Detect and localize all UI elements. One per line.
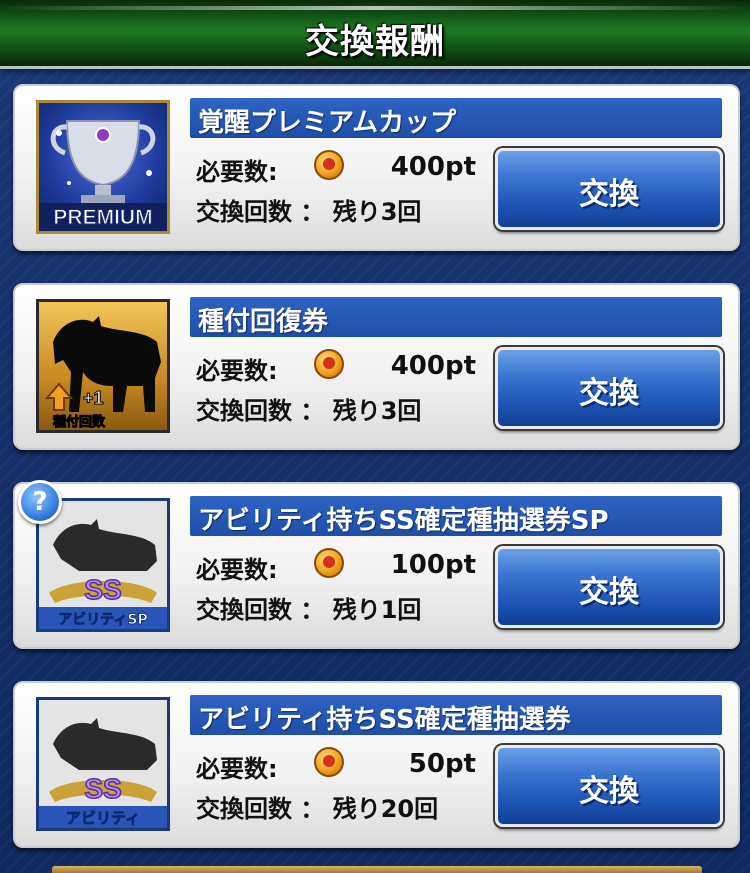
ability-label: アビリティ bbox=[66, 809, 140, 827]
point-coin-icon bbox=[314, 548, 344, 578]
required-label: 必要数: bbox=[196, 755, 278, 783]
point-coin-icon bbox=[314, 150, 344, 180]
reward-card: SS アビリティ アビリティ持ちSS確定種抽選券 必要数: 50pt 交換回数 … bbox=[13, 681, 740, 848]
points-value: 400pt bbox=[390, 351, 476, 381]
next-card-edge bbox=[52, 866, 702, 873]
item-title-bar: アビリティ持ちSS確定種抽選券SP bbox=[190, 496, 722, 536]
exchange-count-row: 交換回数 ： 残り1回 bbox=[196, 590, 421, 625]
points-value: 400pt bbox=[390, 152, 476, 182]
reward-card: PREMIUM 覚醒プレミアムカップ 必要数: 400pt 交換回数 ： 残り3… bbox=[13, 84, 740, 251]
exchange-button-label: 交換 bbox=[579, 376, 639, 411]
required-label: 必要数: bbox=[196, 158, 278, 186]
exchange-button-label: 交換 bbox=[579, 774, 639, 809]
item-title: 種付回復券 bbox=[198, 307, 329, 337]
exchange-button-label: 交換 bbox=[579, 575, 639, 610]
points-value: 100pt bbox=[390, 550, 476, 580]
help-question-icon[interactable]: ? bbox=[18, 480, 62, 524]
required-label: 必要数: bbox=[196, 556, 278, 584]
horse-silhouette-icon: SS アビリティ bbox=[39, 700, 167, 828]
header-shine bbox=[0, 6, 750, 10]
remaining-value: 3回 bbox=[380, 397, 422, 425]
exchange-button[interactable]: 交換 bbox=[495, 347, 723, 429]
exchange-count-row: 交換回数 ： 残り20回 bbox=[196, 789, 438, 824]
horse-silhouette-icon: SS アビリティSP bbox=[39, 501, 167, 629]
remaining-value: 20回 bbox=[380, 795, 439, 823]
header-bar: 交換報酬 bbox=[0, 0, 750, 69]
ss-ticket-thumbnail[interactable]: SS アビリティ bbox=[36, 697, 170, 831]
count-label: 交換回数 ： 残り bbox=[196, 596, 381, 624]
item-title-bar: 種付回復券 bbox=[190, 297, 722, 337]
premium-cup-icon: PREMIUM bbox=[39, 120, 167, 231]
item-title-bar: アビリティ持ちSS確定種抽選券 bbox=[190, 695, 722, 735]
required-points-row: 必要数: 50pt bbox=[196, 747, 476, 784]
point-coin-icon bbox=[314, 349, 344, 379]
ability-sp-label: アビリティSP bbox=[58, 612, 148, 628]
exchange-count-row: 交換回数 ： 残り3回 bbox=[196, 192, 421, 227]
reward-card: SS アビリティSP アビリティ持ちSS確定種抽選券SP 必要数: 100pt … bbox=[13, 482, 740, 649]
exchange-button[interactable]: 交換 bbox=[495, 745, 723, 827]
plus-one-badge: +1 bbox=[83, 388, 104, 408]
reward-card: +1 種付回数 種付回復券 必要数: 400pt 交換回数 ： 残り3回 交換 bbox=[13, 283, 740, 450]
required-label: 必要数: bbox=[196, 357, 278, 385]
item-title: アビリティ持ちSS確定種抽選券SP bbox=[198, 506, 609, 536]
count-label: 交換回数 ： 残り bbox=[196, 198, 381, 226]
required-points-row: 必要数: 400pt bbox=[196, 349, 476, 386]
points-value: 50pt bbox=[408, 749, 476, 779]
exchange-button[interactable]: 交換 bbox=[495, 148, 723, 230]
exchange-button[interactable]: 交換 bbox=[495, 546, 723, 628]
exchange-count-row: 交換回数 ： 残り3回 bbox=[196, 391, 421, 426]
premium-cup-thumbnail[interactable]: PREMIUM bbox=[36, 100, 170, 234]
count-label: 交換回数 ： 残り bbox=[196, 397, 381, 425]
breeding-ticket-thumbnail[interactable]: +1 種付回数 bbox=[36, 299, 170, 433]
item-title: アビリティ持ちSS確定種抽選券 bbox=[198, 705, 571, 735]
exchange-button-label: 交換 bbox=[579, 177, 639, 212]
premium-label: PREMIUM bbox=[53, 206, 152, 229]
ss-badge: SS bbox=[84, 574, 121, 605]
item-title: 覚醒プレミアムカップ bbox=[198, 108, 457, 138]
ss-badge: SS bbox=[84, 773, 121, 804]
remaining-value: 3回 bbox=[380, 198, 422, 226]
horse-silhouette-icon: +1 種付回数 bbox=[44, 316, 161, 430]
count-label: 交換回数 ： 残り bbox=[196, 795, 381, 823]
required-points-row: 必要数: 100pt bbox=[196, 548, 476, 585]
breeding-count-label: 種付回数 bbox=[53, 414, 106, 430]
remaining-value: 1回 bbox=[380, 596, 422, 624]
ss-ticket-sp-thumbnail[interactable]: SS アビリティSP bbox=[36, 498, 170, 632]
page-title: 交換報酬 bbox=[305, 22, 445, 62]
required-points-row: 必要数: 400pt bbox=[196, 150, 476, 187]
item-title-bar: 覚醒プレミアムカップ bbox=[190, 98, 722, 138]
point-coin-icon bbox=[314, 747, 344, 777]
